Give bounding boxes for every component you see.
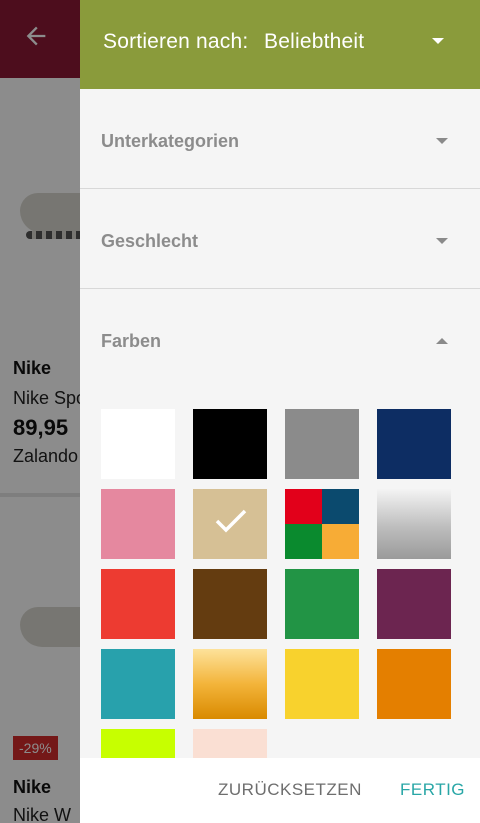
chevron-down-icon[interactable]: [436, 238, 448, 244]
color-swatch-beige[interactable]: [193, 489, 267, 559]
color-swatch-silber[interactable]: [377, 489, 451, 559]
section-colors[interactable]: Farben: [80, 289, 480, 389]
chevron-down-icon[interactable]: [432, 38, 444, 44]
sort-selector[interactable]: Sortieren nach: Beliebtheit: [80, 0, 480, 89]
drawer-footer: ZURÜCKSETZEN FERTIG: [80, 758, 480, 823]
done-button[interactable]: FERTIG: [400, 780, 465, 800]
color-swatch-grau[interactable]: [285, 409, 359, 479]
color-swatch-lila[interactable]: [377, 569, 451, 639]
section-subcategories[interactable]: Unterkategorien: [80, 89, 480, 189]
color-swatch-rosa[interactable]: [101, 489, 175, 559]
section-title: Unterkategorien: [101, 131, 240, 151]
reset-button[interactable]: ZURÜCKSETZEN: [218, 780, 362, 800]
color-swatch-braun[interactable]: [193, 569, 267, 639]
color-swatch-mehrfarbig[interactable]: [285, 489, 359, 559]
color-swatch-gruen[interactable]: [285, 569, 359, 639]
chevron-up-icon[interactable]: [436, 338, 448, 344]
color-swatch-rot[interactable]: [101, 569, 175, 639]
sort-value[interactable]: Beliebtheit: [264, 30, 364, 54]
section-title: Geschlecht: [101, 231, 199, 251]
checkmark-icon: [215, 509, 247, 533]
color-swatch-weiss[interactable]: [101, 409, 175, 479]
color-swatch-orange[interactable]: [377, 649, 451, 719]
sort-label: Sortieren nach:: [103, 30, 249, 53]
section-title: Farben: [101, 331, 162, 351]
color-swatch-blau[interactable]: [377, 409, 451, 479]
chevron-down-icon[interactable]: [436, 138, 448, 144]
color-swatch-grid: [101, 409, 451, 799]
color-swatch-schwarz[interactable]: [193, 409, 267, 479]
color-swatch-tuerkis[interactable]: [101, 649, 175, 719]
filter-drawer: Sortieren nach: Beliebtheit Unterkategor…: [80, 0, 480, 823]
color-swatch-gold[interactable]: [193, 649, 267, 719]
color-swatch-gelb[interactable]: [285, 649, 359, 719]
section-gender[interactable]: Geschlecht: [80, 189, 480, 289]
